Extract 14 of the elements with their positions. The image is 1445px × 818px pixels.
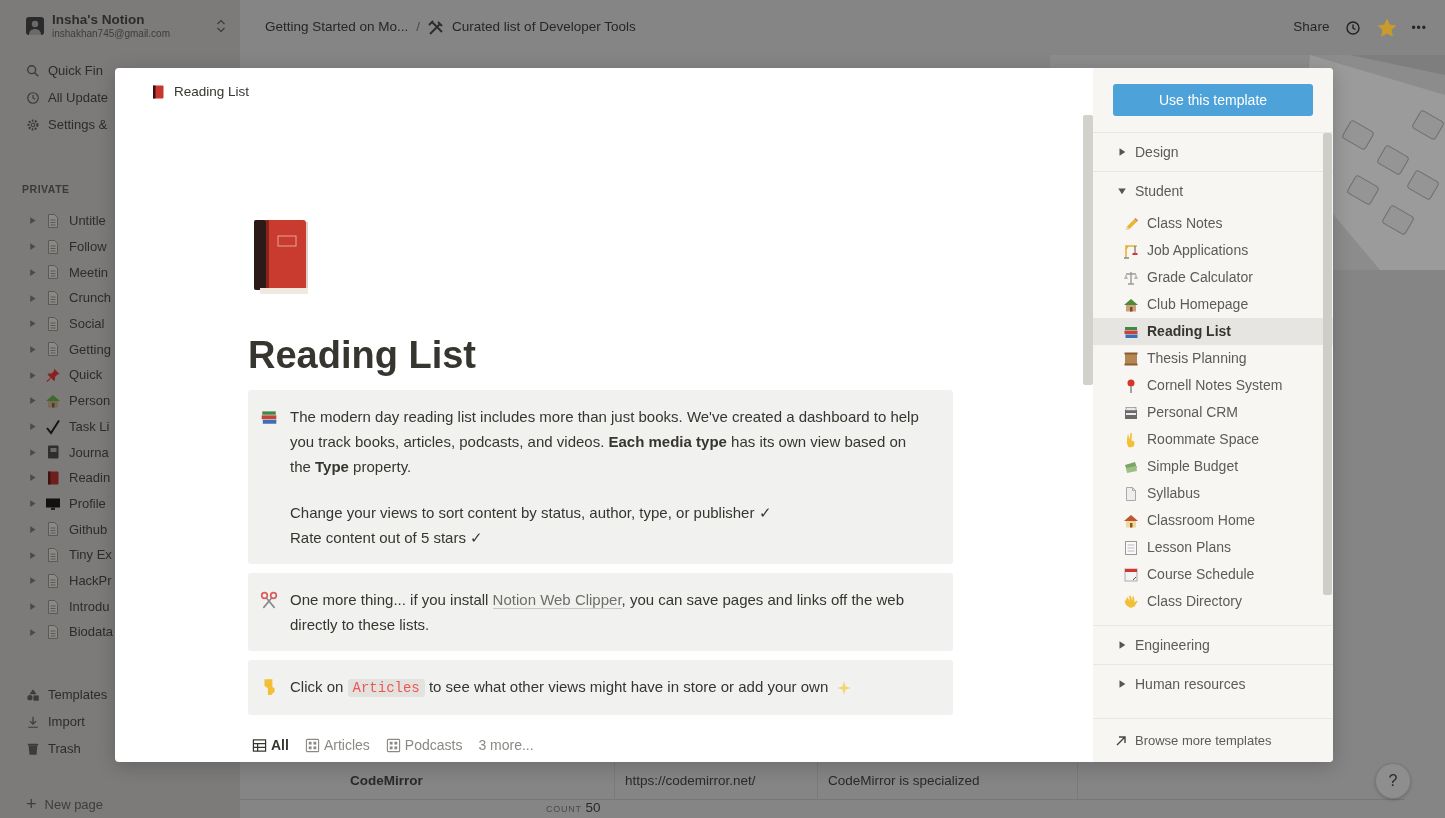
count-value: 50 bbox=[585, 800, 601, 816]
page-title: Reading List bbox=[248, 333, 478, 378]
callout-text: Change your views to sort content by status, author, type, or publisher ✓ bbox=[290, 503, 773, 523]
section-label: PRIVATE bbox=[21, 182, 71, 198]
workspace-name: Insha's Notion bbox=[52, 12, 146, 29]
breadcrumb-separator: / bbox=[416, 18, 421, 37]
count-label: COUNT bbox=[546, 803, 582, 816]
callout-text: Click on Articles to see what other views might have in store or add your own bbox=[290, 677, 829, 699]
callout-text: Rate content out of 5 stars ✓ bbox=[290, 528, 485, 548]
workspace-email: inshakhan745@gmail.com bbox=[52, 28, 171, 41]
inline-code: Articles bbox=[347, 679, 425, 697]
callout-text: The modern day reading list includes more than just books. We've created a dashboard to help you track books, articles, podcasts, and videos. Each media type has its own view based on the Type property. bbox=[290, 407, 920, 477]
modal-title: Reading List bbox=[174, 82, 250, 101]
callout-text: One more thing... if you install Notion Web Clipper, you can save pages and links off the web directly to these lists. bbox=[290, 590, 905, 635]
